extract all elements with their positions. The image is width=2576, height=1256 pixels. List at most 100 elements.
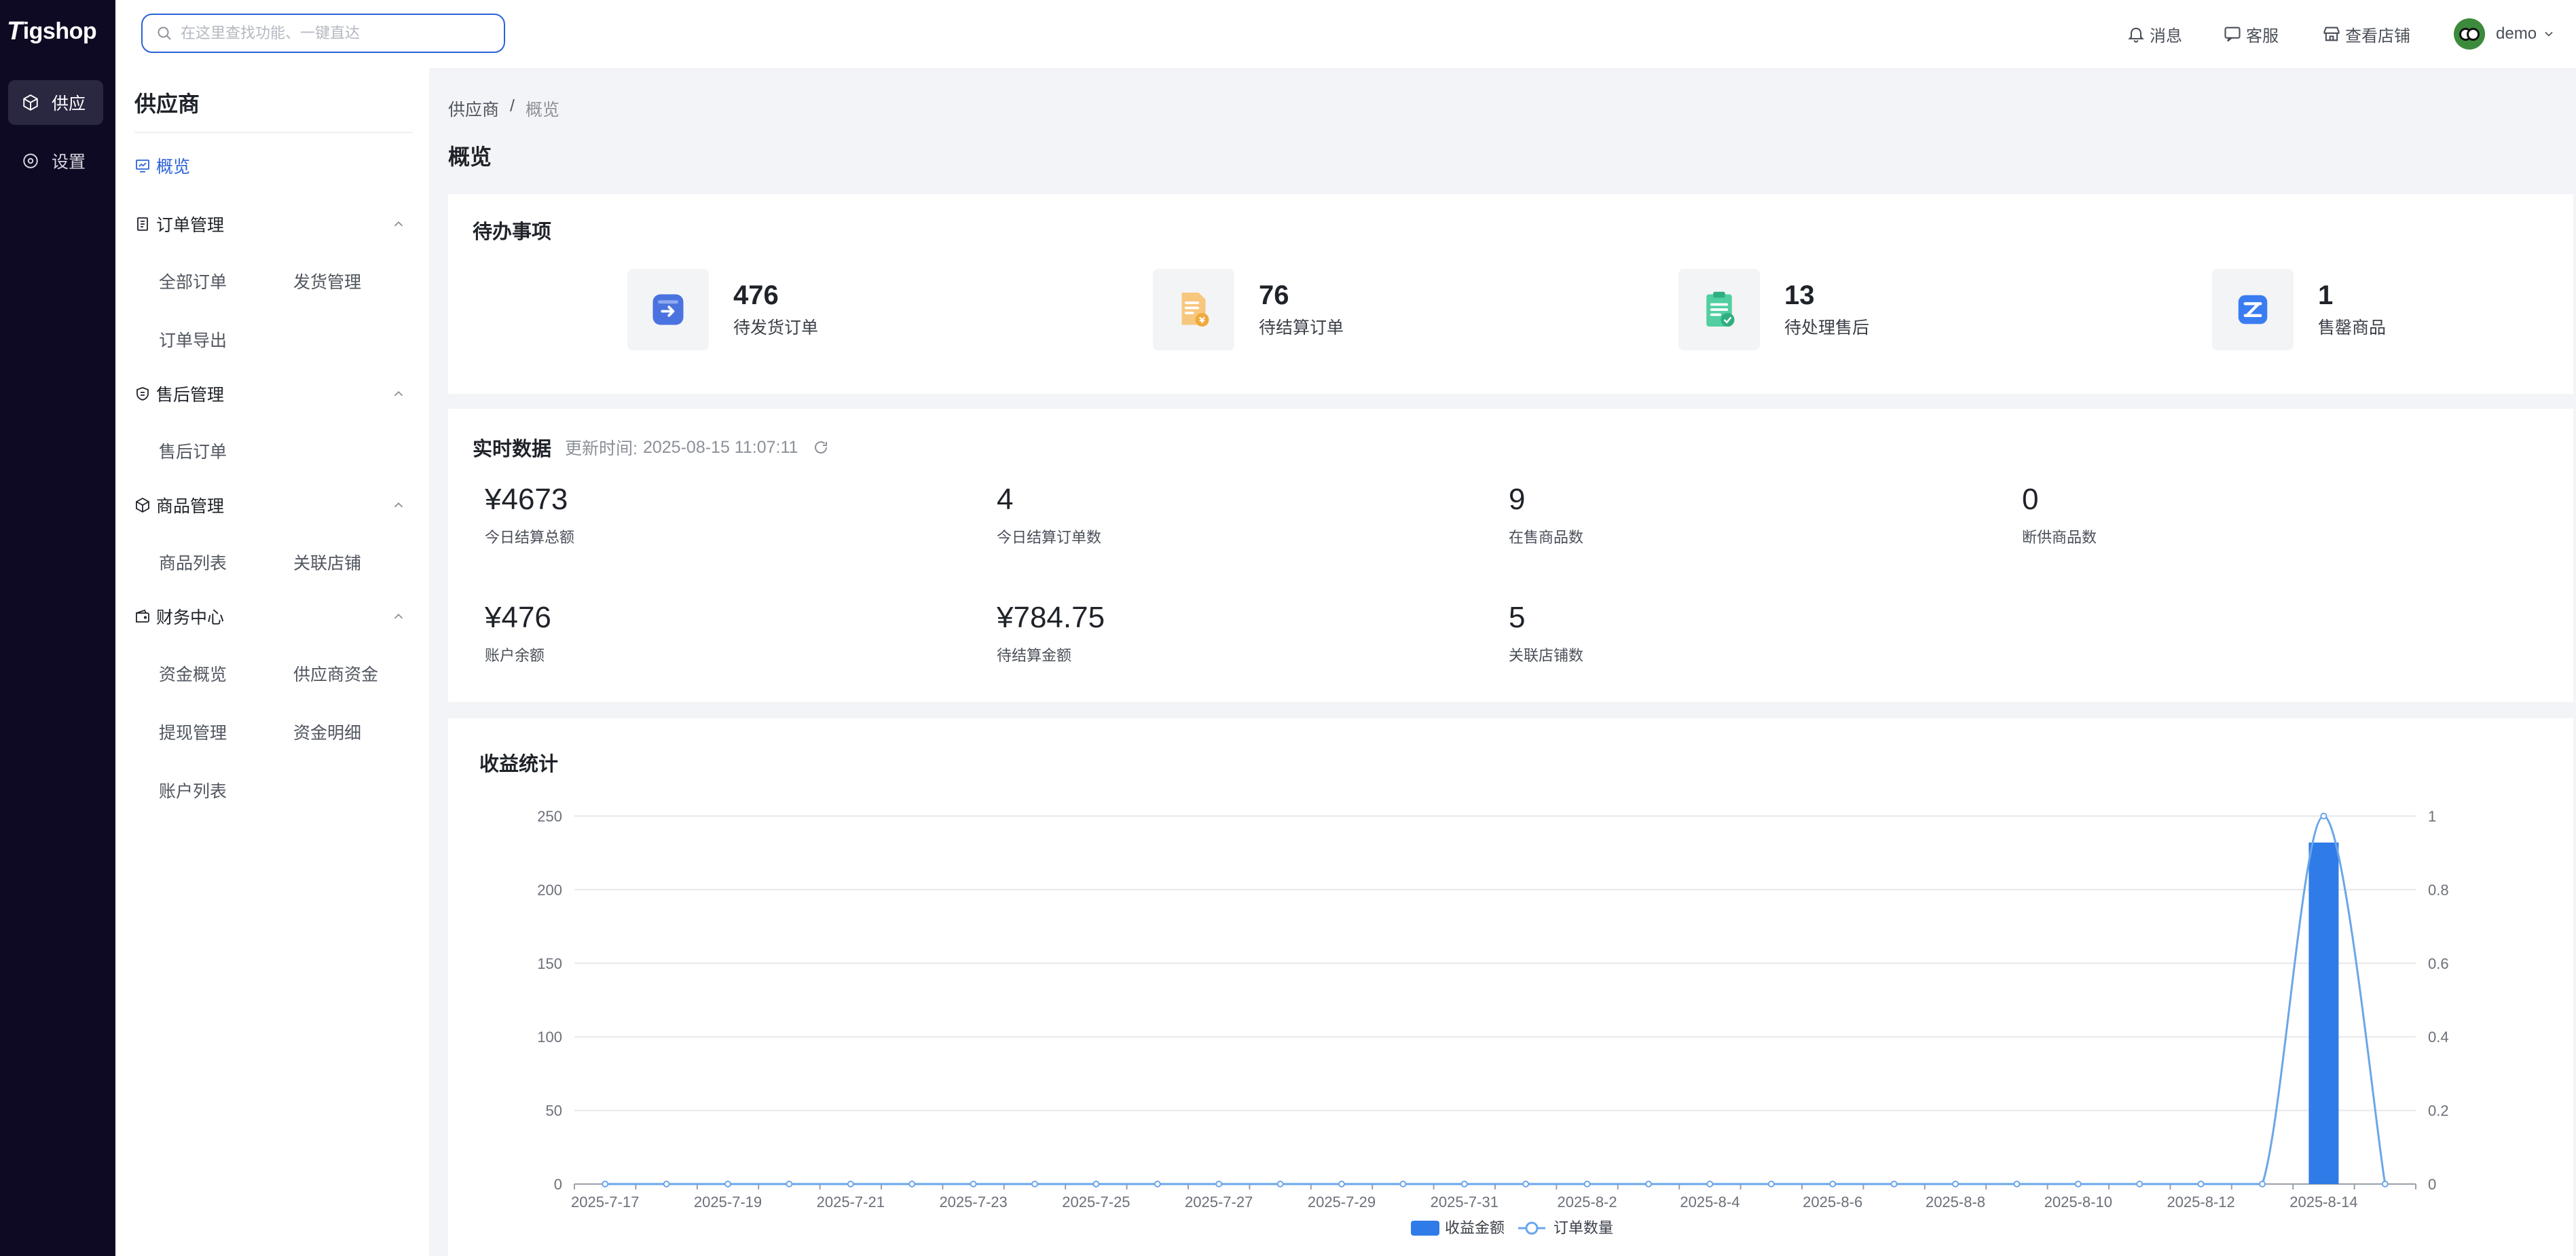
todo-label: 待发货订单: [733, 318, 819, 337]
breadcrumb-current: 概览: [525, 100, 559, 119]
y-right-tick-label: 1: [2428, 808, 2436, 825]
metric-label: 在售商品数: [1509, 529, 1584, 546]
legend-label: 收益金额: [1445, 1219, 1505, 1236]
line-point: [786, 1181, 793, 1187]
metric-label: 待结算金额: [997, 647, 1072, 664]
breadcrumb-parent[interactable]: 供应商: [448, 96, 499, 121]
sidebar-item-withdrawals[interactable]: 提现管理: [159, 720, 227, 744]
x-tick-label: 2025-7-17: [571, 1194, 639, 1211]
x-tick-label: 2025-8-4: [1680, 1194, 1740, 1211]
messages-link[interactable]: 消息: [2127, 20, 2182, 48]
page-title: 概览: [448, 145, 492, 169]
todo-item-pending-aftersale[interactable]: 13 待处理售后: [1678, 267, 1869, 352]
y-right-tick-label: 0.4: [2428, 1029, 2449, 1046]
sidebar-item-fund-details[interactable]: 资金明细: [293, 720, 361, 744]
sidebar-group-orders[interactable]: 订单管理: [134, 210, 413, 238]
sidebar-item-all-orders[interactable]: 全部订单: [159, 269, 227, 293]
service-link[interactable]: 客服: [2223, 20, 2279, 48]
line-point: [1890, 1181, 1898, 1187]
y-right-tick-label: 0: [2428, 1176, 2436, 1193]
metric-linked-stores: 5 关联店铺数: [1509, 602, 1583, 665]
metric-label: 关联店铺数: [1509, 647, 1584, 664]
chevron-down-icon: [2545, 31, 2553, 37]
rail-item-settings[interactable]: 设置: [8, 138, 103, 183]
todo-title: 待办事项: [473, 221, 552, 243]
y-right-tick-label: 0.8: [2428, 881, 2449, 898]
chat-icon: [2224, 26, 2241, 42]
rail-item-label: 设置: [52, 153, 86, 172]
logo-text: igshop: [22, 18, 97, 44]
line-point: [1829, 1181, 1837, 1187]
todo-item-pending-settlement[interactable]: 76 待结算订单: [1153, 267, 1344, 352]
wallet-icon: [136, 609, 149, 623]
x-tick-label: 2025-7-29: [1308, 1194, 1376, 1211]
line-point: [2381, 1181, 2389, 1187]
metric-value: ¥476: [485, 601, 551, 634]
rail-item-supply[interactable]: 供应: [8, 80, 103, 125]
user-menu[interactable]: demo: [2454, 18, 2560, 50]
sidebar-item-overview[interactable]: 概览: [134, 152, 413, 179]
rail-item-label: 供应: [52, 94, 86, 113]
y-left-tick-label: 100: [537, 1029, 562, 1046]
legend-swatch-point: [1525, 1221, 1539, 1235]
x-tick-label: 2025-8-10: [2044, 1194, 2112, 1211]
sidebar-group-finance[interactable]: 财务中心: [134, 603, 413, 630]
messages-label: 消息: [2150, 26, 2182, 45]
sidebar-item-fund-overview[interactable]: 资金概览: [159, 661, 227, 686]
sidebar-item-supplier-funds[interactable]: 供应商资金: [293, 661, 378, 686]
metric-on-sale-products: 9 在售商品数: [1509, 483, 1583, 547]
sidebar-item-product-list[interactable]: 商品列表: [159, 550, 227, 574]
chevron-up-icon: [394, 390, 403, 396]
line-point: [1215, 1181, 1223, 1187]
shield-icon: [136, 387, 149, 401]
metric-today-settled-orders: 4 今日结算订单数: [997, 483, 1101, 547]
todo-item-soldout[interactable]: 1 售罄商品: [2212, 267, 2386, 352]
sidebar-group-label: 售后管理: [156, 386, 225, 405]
sub-sidebar: 供应商 概览 订单管理 全部订单 发货管理 订单导出 售后管理 售后订单 商品管…: [115, 68, 429, 1256]
refresh-icon[interactable]: [813, 439, 829, 456]
sidebar-item-shipping[interactable]: 发货管理: [293, 269, 361, 293]
chevron-up-icon: [394, 613, 403, 619]
y-left-tick-label: 150: [537, 955, 562, 972]
subnav-title: 供应商: [134, 92, 200, 116]
search-input[interactable]: [181, 24, 479, 42]
todo-value: 13: [1784, 280, 1815, 310]
order-icon: [137, 217, 148, 231]
line-point: [1583, 1181, 1591, 1187]
legend-swatch-bar: [1411, 1221, 1439, 1236]
y-right-tick-label: 0.2: [2428, 1103, 2449, 1120]
x-tick-label: 2025-8-14: [2289, 1194, 2357, 1211]
avatar: [2454, 18, 2485, 50]
sidebar-group-products[interactable]: 商品管理: [134, 492, 413, 519]
y-right-tick-label: 0.6: [2428, 955, 2449, 972]
sidebar-group-label: 财务中心: [156, 608, 225, 627]
todo-label: 待结算订单: [1259, 318, 1344, 337]
sidebar-item-account-list[interactable]: 账户列表: [159, 778, 227, 802]
line-point: [1952, 1181, 1959, 1187]
search-box[interactable]: [141, 14, 505, 53]
user-name: demo: [2496, 24, 2537, 43]
x-tick-label: 2025-7-19: [694, 1194, 762, 1211]
soldout-icon: [2238, 295, 2268, 325]
logo[interactable]: Tigshop: [7, 15, 97, 48]
sidebar-group-aftersale[interactable]: 售后管理: [134, 380, 413, 407]
x-tick-label: 2025-7-25: [1062, 1194, 1130, 1211]
line-point: [2074, 1181, 2082, 1187]
line-point: [2259, 1181, 2266, 1187]
sidebar-item-aftersale-orders[interactable]: 售后订单: [159, 439, 227, 463]
line-point: [970, 1181, 977, 1187]
sidebar-item-linked-stores[interactable]: 关联店铺: [293, 550, 361, 574]
view-store-label: 查看店铺: [2345, 26, 2410, 45]
x-tick-label: 2025-7-21: [817, 1194, 885, 1211]
metric-label: 今日结算总额: [485, 529, 575, 546]
line-point: [1092, 1181, 1100, 1187]
todo-item-pending-shipment[interactable]: 476 待发货订单: [627, 267, 818, 352]
settings-icon: [23, 153, 38, 168]
todo-label: 售罄商品: [2318, 318, 2387, 337]
line-point: [724, 1181, 731, 1187]
view-store-link[interactable]: 查看店铺: [2322, 20, 2410, 48]
line-point: [1031, 1181, 1038, 1187]
sidebar-item-order-export[interactable]: 订单导出: [159, 327, 227, 352]
line-point: [1276, 1181, 1284, 1187]
line-point: [2320, 813, 2327, 819]
